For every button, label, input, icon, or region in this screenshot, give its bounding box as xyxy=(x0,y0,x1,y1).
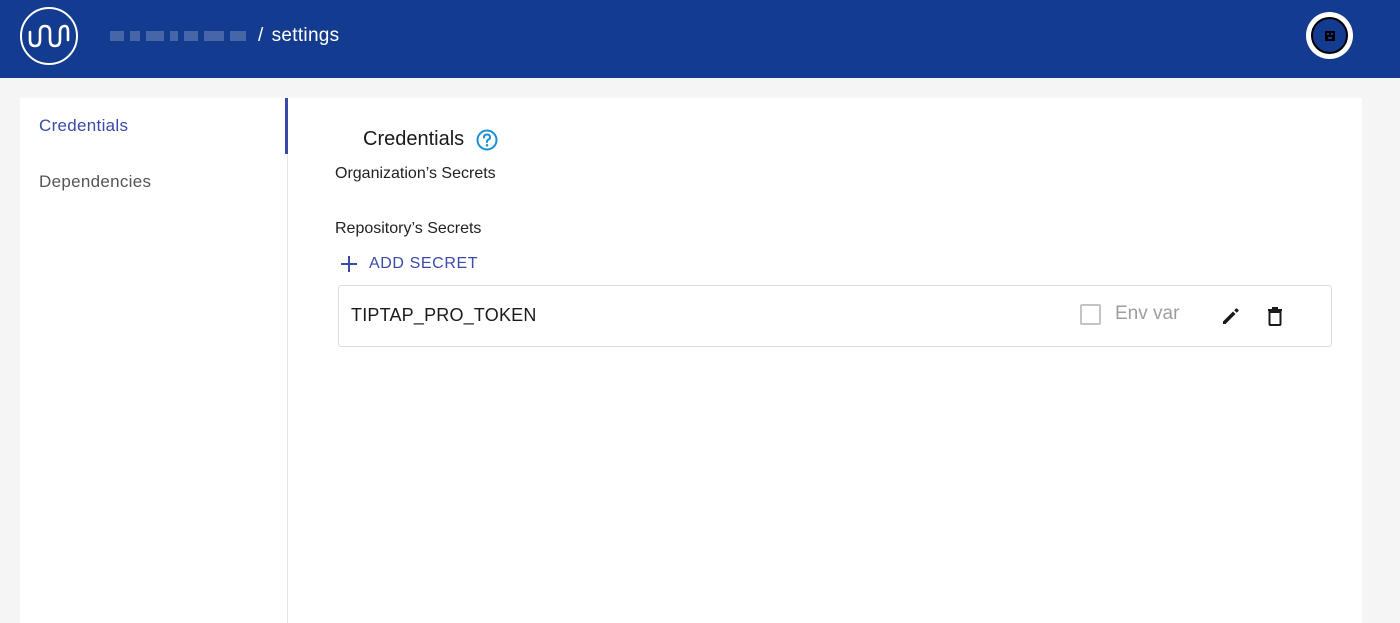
add-secret-button[interactable]: ADD SECRET xyxy=(341,251,478,277)
repo-secrets-heading: Repository’s Secrets xyxy=(335,220,482,237)
edit-pencil-icon[interactable] xyxy=(1220,305,1242,327)
plus-icon xyxy=(341,256,357,272)
breadcrumb-current: settings xyxy=(271,25,340,46)
secret-row: TIPTAP_PRO_TOKEN Env var xyxy=(338,285,1332,347)
add-secret-label: ADD SECRET xyxy=(369,255,479,272)
sidebar-item-credentials[interactable]: Credentials xyxy=(20,98,288,154)
help-circle-icon[interactable] xyxy=(476,129,498,151)
breadcrumb-redacted[interactable] xyxy=(110,31,246,41)
checkbox-box[interactable] xyxy=(1080,303,1101,325)
page-title: Credentials xyxy=(363,128,465,150)
env-var-label: Env var xyxy=(1115,303,1180,324)
delete-trash-icon[interactable] xyxy=(1264,305,1286,327)
user-avatar-icon[interactable] xyxy=(1306,12,1353,59)
settings-panel: Credentials Dependencies Credentials Org… xyxy=(20,98,1362,623)
top-bar: / settings xyxy=(0,0,1400,78)
sidebar-item-label: Credentials xyxy=(39,116,129,135)
breadcrumb: / settings xyxy=(110,22,339,50)
sidebar-item-label: Dependencies xyxy=(39,172,152,191)
org-secrets-heading: Organization’s Secrets xyxy=(335,165,496,182)
settings-sidebar: Credentials Dependencies xyxy=(20,98,288,623)
sidebar-item-dependencies[interactable]: Dependencies xyxy=(20,154,288,210)
page-title-row: Credentials xyxy=(363,128,498,151)
wave-logo-icon[interactable] xyxy=(20,7,78,65)
breadcrumb-separator: / xyxy=(258,25,264,46)
secret-name: TIPTAP_PRO_TOKEN xyxy=(351,305,537,325)
credentials-content: Credentials Organization’s Secrets Repos… xyxy=(288,98,1362,623)
env-var-checkbox[interactable]: Env var xyxy=(1080,303,1179,325)
